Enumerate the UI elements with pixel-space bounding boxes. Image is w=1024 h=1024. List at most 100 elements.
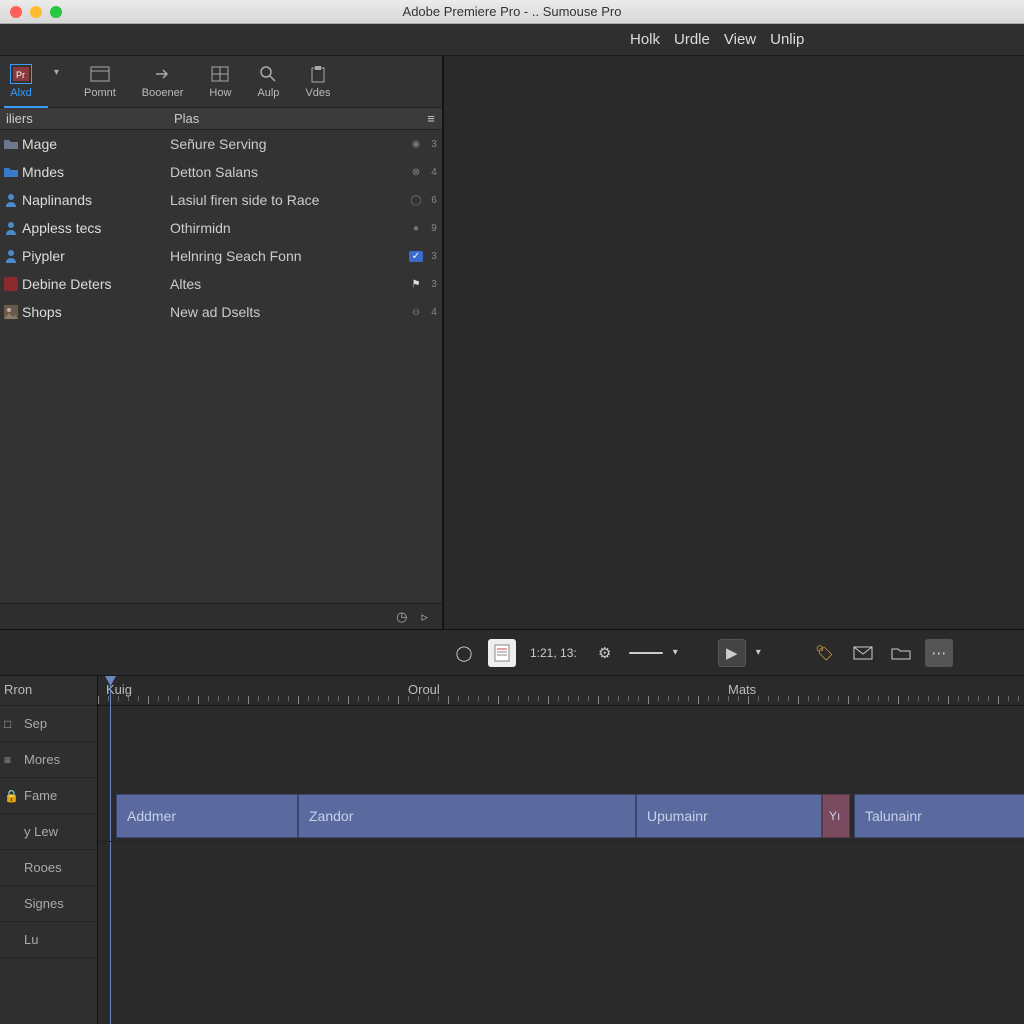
timeline-ruler[interactable]: KuigOroulMats <box>98 676 1024 706</box>
row-badge-icon[interactable]: ✓ <box>406 248 426 264</box>
tool-how[interactable]: How <box>205 62 235 101</box>
timeline-clip[interactable]: Upumainr <box>636 794 822 838</box>
track-label[interactable]: □ Sep <box>0 706 97 742</box>
timeline-body[interactable]: KuigOroulMats AddmerZandorUpumainrYıTalu… <box>98 676 1024 1024</box>
row-type-icon <box>0 166 22 178</box>
row-desc: Detton Salans <box>170 164 406 180</box>
window-title: Adobe Premiere Pro - .. Sumouse Pro <box>0 4 1024 19</box>
tool-booener[interactable]: Booener <box>138 62 188 101</box>
track-name: Rooes <box>24 860 62 875</box>
project-row[interactable]: Mndes Detton Salans ⊗ 4 <box>0 158 442 186</box>
project-row[interactable]: Shops New ad Dselts ⊖ 4 <box>0 298 442 326</box>
track-label[interactable]: ≡ Mores <box>0 742 97 778</box>
folder-small-icon[interactable] <box>887 639 915 667</box>
app-icon: Pr <box>10 64 32 84</box>
row-badge-icon[interactable]: ⊖ <box>406 304 426 320</box>
timecode-display[interactable]: 1:21, 13: <box>530 646 577 660</box>
row-name: Naplinands <box>22 192 170 208</box>
line-tool-icon[interactable] <box>629 652 663 654</box>
row-desc: Lasiul firen side to Race <box>170 192 406 208</box>
track-label[interactable]: Rooes <box>0 850 97 886</box>
tool-label: Alxd <box>10 87 31 99</box>
panel-icon <box>89 64 111 84</box>
track-icon: 🔒 <box>4 789 18 803</box>
timeline-clip[interactable]: Zandor <box>298 794 636 838</box>
tool-alxd[interactable]: Pr Alxd <box>6 62 36 101</box>
project-row[interactable]: Mage Señure Serving ◉ 3 <box>0 130 442 158</box>
arrow-right-icon <box>152 64 174 84</box>
tool-label: Booener <box>142 87 184 99</box>
track-icon: □ <box>4 717 18 731</box>
column-header-name[interactable]: iliers <box>0 111 170 126</box>
dropdown-caret-icon[interactable]: ▾ <box>673 647 678 658</box>
project-row[interactable]: Piypler Helnring Seach Fonn ✓ 3 <box>0 242 442 270</box>
video-track[interactable]: AddmerZandorUpumainrYıTalunainr <box>98 790 1024 842</box>
preview-panel[interactable] <box>444 56 1024 629</box>
marker-icon[interactable]: ◯ <box>450 639 478 667</box>
tool-label: Vdes <box>305 87 330 99</box>
row-type-icon <box>0 277 22 291</box>
track-name: Sep <box>24 716 47 731</box>
ruler-label: Mats <box>728 682 756 697</box>
timeline-clip[interactable]: Addmer <box>116 794 298 838</box>
timeline-clip[interactable]: Talunainr <box>854 794 1024 838</box>
project-row[interactable]: Appless tecs Othirmidn ● 9 <box>0 214 442 242</box>
row-count: 3 <box>426 139 442 150</box>
settings-gear-icon[interactable]: ⚙ <box>591 639 619 667</box>
panel-menu-icon[interactable]: ≡ <box>420 111 442 126</box>
project-row[interactable]: Naplinands Lasiul firen side to Race ◯ 6 <box>0 186 442 214</box>
track-label[interactable]: Signes <box>0 886 97 922</box>
timeline-toolbar: ◯ 1:21, 13: ⚙ ▾ ▶ ▾ 🏷 ⋯ <box>0 630 1024 676</box>
color-tag-icon[interactable]: 🏷 <box>811 639 839 667</box>
row-type-icon <box>0 221 22 235</box>
menu-urdle[interactable]: Urdle <box>674 31 710 48</box>
svg-text:Pr: Pr <box>16 70 25 80</box>
track-name: Mores <box>24 752 60 767</box>
track-label[interactable]: y Lew <box>0 814 97 850</box>
mail-icon[interactable] <box>849 639 877 667</box>
more-options-icon[interactable]: ⋯ <box>925 639 953 667</box>
project-row[interactable]: Debine Deters Altes ⚑ 3 <box>0 270 442 298</box>
track-name: Lu <box>24 932 38 947</box>
row-name: Debine Deters <box>22 276 170 292</box>
project-rows: Mage Señure Serving ◉ 3 Mndes Detton Sal… <box>0 130 442 603</box>
dropdown-icon[interactable]: ▾ <box>54 67 59 78</box>
tool-pomnt[interactable]: Pomnt <box>80 62 120 101</box>
play-button[interactable]: ▶ <box>718 639 746 667</box>
tool-label: Aulp <box>257 87 279 99</box>
row-badge-icon[interactable]: ◯ <box>406 192 426 208</box>
close-window-button[interactable] <box>10 6 22 18</box>
row-count: 3 <box>426 251 442 262</box>
row-name: Appless tecs <box>22 220 170 236</box>
row-badge-icon[interactable]: ● <box>406 220 426 236</box>
grid-icon <box>209 64 231 84</box>
play-small-icon[interactable]: ▹ <box>421 609 428 625</box>
note-icon[interactable] <box>488 639 516 667</box>
tool-vdes[interactable]: Vdes <box>301 62 334 101</box>
row-badge-icon[interactable]: ◉ <box>406 136 426 152</box>
column-headers: iliers Plas ≡ <box>0 108 442 130</box>
menu-unlip[interactable]: Unlip <box>770 31 804 48</box>
menu-holk[interactable]: Holk <box>630 31 660 48</box>
column-header-desc[interactable]: Plas <box>170 111 420 126</box>
play-dropdown-icon[interactable]: ▾ <box>756 647 761 658</box>
row-type-icon <box>0 249 22 263</box>
row-name: Piypler <box>22 248 170 264</box>
row-badge-icon[interactable]: ⊗ <box>406 164 426 180</box>
row-desc: Altes <box>170 276 406 292</box>
tool-aulp[interactable]: Aulp <box>253 62 283 101</box>
track-labels: Rron □Sep≡Mores🔒Famey LewRooesSignesLu <box>0 676 98 1024</box>
minimize-window-button[interactable] <box>30 6 42 18</box>
maximize-window-button[interactable] <box>50 6 62 18</box>
track-label[interactable]: 🔒Fame <box>0 778 97 814</box>
row-badge-icon[interactable]: ⚑ <box>406 276 426 292</box>
traffic-lights <box>0 6 62 18</box>
panel-footer: ◷ ▹ <box>0 603 442 629</box>
track-icon: ≡ <box>4 753 18 767</box>
track-label[interactable]: Lu <box>0 922 97 958</box>
menu-view[interactable]: View <box>724 31 756 48</box>
clock-icon[interactable]: ◷ <box>396 609 407 625</box>
timeline-clip[interactable]: Yı <box>822 794 850 838</box>
row-count: 6 <box>426 195 442 206</box>
upper-panels: Pr Alxd ▾ Pomnt Booener How Aulp <box>0 56 1024 630</box>
